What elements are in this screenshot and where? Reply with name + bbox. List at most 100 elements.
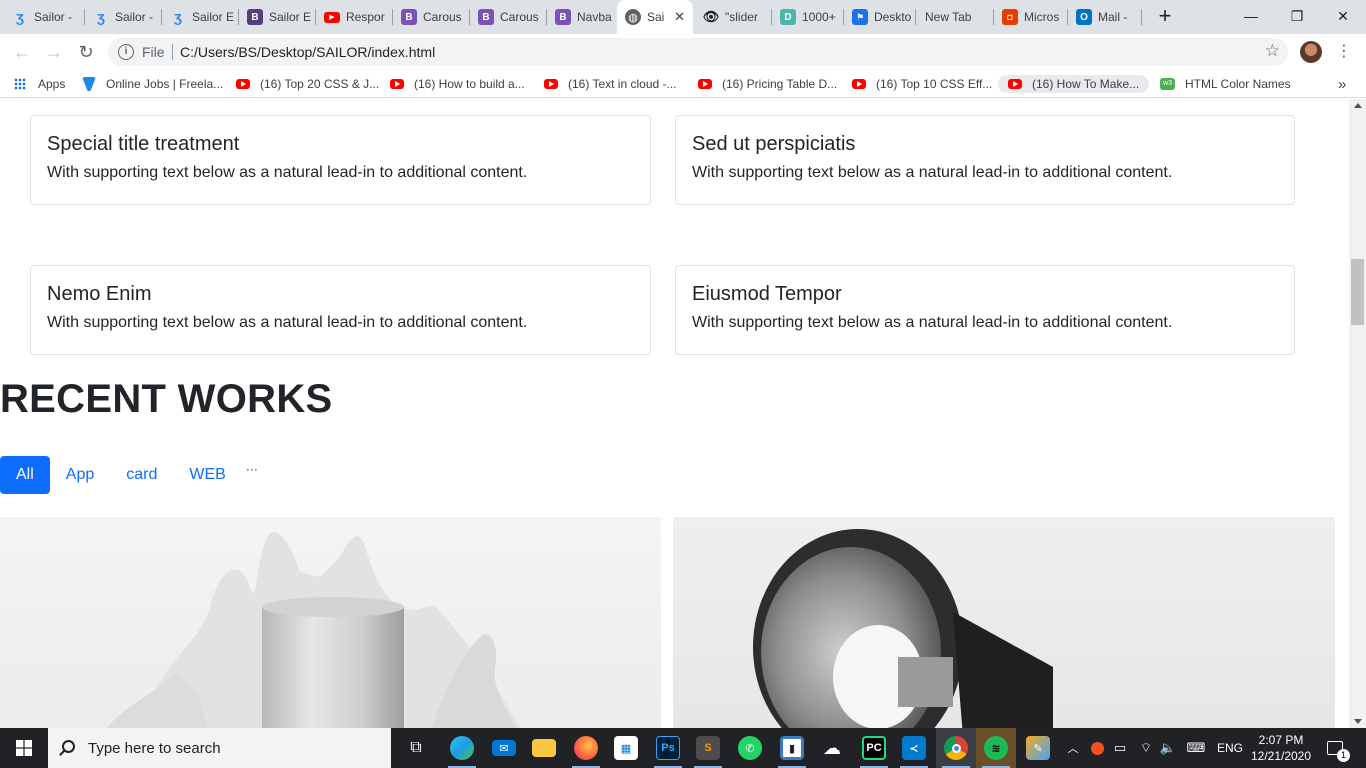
service-card: Eiusmod Tempor With supporting text belo… [675, 265, 1295, 355]
file-explorer-icon[interactable] [524, 728, 564, 768]
firefox-icon[interactable] [566, 728, 606, 768]
edge-icon[interactable] [442, 728, 482, 768]
youtube-icon [698, 79, 712, 89]
site-info-icon[interactable]: i [118, 44, 134, 60]
keyboard-icon[interactable]: ⌨ [1184, 728, 1208, 768]
filter-web[interactable]: WEB [173, 456, 241, 494]
close-window-button[interactable]: ✕ [1320, 0, 1366, 32]
tab-sailor-active[interactable]: ◍ Sai ✕ [617, 0, 693, 34]
new-tab-button[interactable]: + [1152, 4, 1178, 30]
filter-app[interactable]: App [50, 456, 110, 494]
scheme-label: File [142, 44, 165, 60]
bookmark-yt-5[interactable]: (16) Top 10 CSS Eff... [852, 75, 992, 93]
bookmark-html-colors[interactable]: w3 HTML Color Names [1160, 75, 1291, 93]
battery-icon[interactable]: ▭ [1110, 728, 1130, 768]
card-text: With supporting text below as a natural … [692, 314, 1173, 331]
filter-all[interactable]: All [0, 456, 50, 494]
language-indicator[interactable]: ENG [1212, 728, 1248, 768]
card-title: Nemo Enim [47, 283, 152, 305]
service-card: Sed ut perspiciatis With supporting text… [675, 115, 1295, 205]
wifi-icon[interactable]: ⌔ [1136, 728, 1156, 768]
pycharm-icon[interactable]: PC [854, 728, 894, 768]
tab-1000[interactable]: D 1000+ [772, 4, 842, 30]
url-text[interactable]: C:/Users/BS/Desktop/SAILOR/index.html [180, 44, 435, 60]
taskbar-search[interactable]: Type here to search [48, 728, 391, 768]
tab-youtube-respor[interactable]: ▶ Respor [316, 4, 392, 30]
bracket-app-icon[interactable]: ▮ [772, 728, 812, 768]
forward-icon[interactable]: → [40, 38, 68, 66]
windows-taskbar: Type here to search ⧉ ✉ ▦ Ps S ✆ ▮ ☁ PC … [0, 728, 1366, 768]
tab-sailor-bootstrap[interactable]: B Sailor E [239, 4, 315, 30]
minimize-button[interactable]: — [1228, 0, 1274, 32]
notification-count: 1 [1337, 749, 1350, 762]
bookmark-apps[interactable]: Apps [14, 75, 65, 93]
bootstrap-icon: B [478, 9, 494, 25]
tab-navbar[interactable]: B Navba [547, 4, 617, 30]
paint-icon[interactable]: ✎ [1018, 728, 1058, 768]
menu-kebab-icon[interactable]: ⋮ [1336, 40, 1352, 64]
update-icon[interactable] [1088, 728, 1106, 768]
restore-button[interactable]: ❐ [1274, 0, 1320, 32]
reload-icon[interactable]: ↻ [72, 38, 100, 66]
back-icon[interactable]: ← [8, 38, 36, 66]
bookmark-yt-3[interactable]: (16) Text in cloud -... [544, 75, 677, 93]
photoshop-icon[interactable]: Ps [648, 728, 688, 768]
tab-carousel-2[interactable]: B Carous [470, 4, 546, 30]
clock-time: 2:07 PM [1258, 733, 1304, 747]
bookmark-online-jobs[interactable]: Online Jobs | Freela... [82, 75, 223, 93]
filters-more[interactable]: ··· [242, 462, 258, 476]
portfolio-filters: All App card WEB ··· [0, 456, 258, 494]
card-title: Eiusmod Tempor [692, 283, 842, 305]
tab-microsoft[interactable]: ◘ Micros [994, 4, 1066, 30]
bookmark-star-icon[interactable]: ☆ [1265, 41, 1280, 61]
notifications-icon[interactable]: 1 [1320, 728, 1350, 768]
tab-sailor-3[interactable]: ʒ Sailor E [162, 4, 238, 30]
sublime-icon[interactable]: S [688, 728, 728, 768]
address-bar[interactable]: i File C:/Users/BS/Desktop/SAILOR/index.… [108, 38, 1288, 66]
start-button[interactable] [0, 728, 48, 768]
profile-avatar[interactable] [1300, 41, 1322, 63]
tab-new-tab[interactable]: New Tab [917, 4, 993, 30]
work-image-lamp[interactable] [673, 517, 1335, 728]
work-image-cylinder[interactable] [0, 517, 661, 728]
scroll-thumb[interactable] [1351, 259, 1364, 325]
volume-muted-icon[interactable]: 🔈 [1158, 728, 1178, 768]
tab-desktop[interactable]: ⚑ Deskto [844, 4, 914, 30]
page-scrollbar[interactable] [1349, 99, 1366, 728]
mail-icon[interactable]: ✉ [484, 728, 524, 768]
cylinder-splash-illustration [106, 531, 521, 728]
store-icon[interactable]: ▦ [606, 728, 646, 768]
scroll-up-icon[interactable] [1354, 103, 1362, 108]
task-view-icon[interactable]: ⧉ [396, 728, 436, 768]
search-placeholder: Type here to search [88, 739, 221, 757]
tab-sailor-1[interactable]: ʒ Sailor - [4, 4, 84, 30]
clock-date: 12/21/2020 [1250, 749, 1312, 763]
tab-mail[interactable]: O Mail - [1068, 4, 1140, 30]
clock[interactable]: 2:07 PM 12/21/2020 [1250, 728, 1312, 768]
search-icon [62, 740, 75, 753]
spotify-icon[interactable]: ≋ [976, 728, 1016, 768]
bookmark-yt-6[interactable]: (16) How To Make... [998, 75, 1150, 93]
card-text: With supporting text below as a natural … [47, 164, 528, 181]
tab-slider[interactable]: 👁 "slider [695, 4, 771, 30]
bookmark-yt-1[interactable]: (16) Top 20 CSS & J... [236, 75, 379, 93]
bookmarks-overflow-button[interactable]: » [1338, 75, 1346, 93]
show-hidden-icons[interactable]: ︿ [1064, 728, 1082, 768]
sailor-icon: ʒ [174, 8, 182, 26]
lamp-illustration [753, 529, 1053, 728]
close-tab-icon[interactable]: ✕ [674, 9, 685, 25]
chrome-icon[interactable] [936, 728, 976, 768]
whatsapp-icon[interactable]: ✆ [730, 728, 770, 768]
filter-card[interactable]: card [110, 456, 173, 494]
vscode-icon[interactable]: ≺ [894, 728, 934, 768]
d-icon: D [780, 9, 796, 25]
tab-carousel-1[interactable]: B Carous [393, 4, 469, 30]
soundcloud-icon[interactable]: ☁ [812, 728, 852, 768]
tab-sailor-2[interactable]: ʒ Sailor - [85, 4, 161, 30]
omnibox-divider [172, 44, 173, 60]
bookmark-yt-4[interactable]: (16) Pricing Table D... [698, 75, 837, 93]
service-card: Nemo Enim With supporting text below as … [30, 265, 651, 355]
scroll-down-icon[interactable] [1354, 719, 1362, 724]
bookmark-yt-2[interactable]: (16) How to build a... [390, 75, 525, 93]
office-icon: ◘ [1002, 9, 1018, 25]
